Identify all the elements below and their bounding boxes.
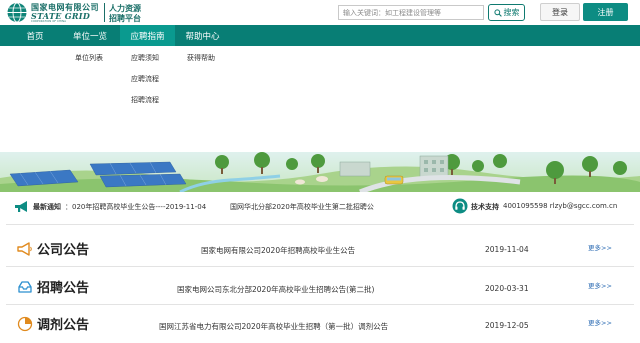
ticker-label: 最新通知 — [33, 203, 61, 211]
search-icon — [493, 8, 502, 17]
search-input[interactable] — [338, 5, 484, 20]
ticker-item[interactable]: 020年招聘高校毕业生公告----2019-11-04 — [72, 202, 206, 212]
more-link[interactable]: 更多>> — [588, 280, 612, 290]
announcement-link[interactable]: 国家电网有限公司2020年招聘高校毕业生公告 — [201, 245, 355, 256]
more-link[interactable]: 更多>> — [588, 317, 612, 327]
platform-name-line2: 招聘平台 — [109, 14, 141, 23]
section-divider — [6, 304, 634, 305]
search-button[interactable]: 搜索 — [488, 4, 525, 21]
dropdown-item-application-process[interactable]: 应聘流程 — [131, 74, 159, 84]
announcement-link[interactable]: 国网江苏省电力有限公司2020年高校毕业生招聘（第一批）调剂公告 — [159, 321, 388, 332]
nav-item-guide[interactable]: 应聘指南 — [120, 25, 175, 46]
nav-item-units[interactable]: 单位一览 — [60, 25, 120, 46]
notice-ticker: 最新通知 ： 020年招聘高校毕业生公告----2019-11-04 国网华北分… — [0, 195, 640, 217]
announcement-date: 2020-03-31 — [485, 284, 529, 293]
section-title: 公司公告 — [37, 243, 90, 258]
login-button[interactable]: 登录 — [540, 3, 580, 21]
announcement-date: 2019-12-05 — [485, 321, 529, 330]
support-label: 技术支持 — [471, 203, 499, 211]
megaphone-icon — [17, 242, 32, 256]
section-divider — [6, 266, 634, 267]
section-title: 招聘公告 — [37, 281, 90, 296]
main-nav: 首页 单位一览 应聘指南 帮助中心 — [0, 25, 640, 46]
search-button-label: 搜索 — [503, 8, 520, 17]
nav-dropdown-panel: 单位列表 应聘须知 应聘流程 招聘流程 获得帮助 — [0, 46, 640, 152]
hero-banner[interactable] — [0, 152, 640, 192]
state-grid-logo-icon[interactable] — [6, 2, 28, 23]
section-divider — [6, 224, 634, 225]
adjust-icon — [17, 316, 33, 332]
adjustment-announcements-section: 调剂公告 国网江苏省电力有限公司2020年高校毕业生招聘（第一批）调剂公告 20… — [0, 307, 640, 343]
headset-icon — [452, 198, 468, 214]
dropdown-item-applicant-notice[interactable]: 应聘须知 — [131, 53, 159, 63]
dropdown-item-recruitment-process[interactable]: 招聘流程 — [131, 95, 159, 105]
header: 国家电网有限公司 STATE GRID CORPORATION OF CHINA… — [0, 0, 640, 25]
landscape-illustration — [0, 152, 640, 192]
dropdown-item-get-help[interactable]: 获得帮助 — [187, 53, 215, 63]
brand-name-en-sub: CORPORATION OF CHINA — [31, 20, 67, 23]
announcement-date: 2019-11-04 — [485, 245, 529, 254]
company-announcements-section: 公司公告 国家电网有限公司2020年招聘高校毕业生公告 2019-11-04 更… — [0, 231, 640, 267]
register-button[interactable]: 注册 — [583, 3, 628, 21]
megaphone-icon — [15, 201, 27, 212]
inbox-icon — [18, 281, 32, 293]
ticker-item[interactable]: 国网华北分部2020年高校毕业生第二批招聘公 — [230, 202, 386, 212]
nav-item-help[interactable]: 帮助中心 — [175, 25, 230, 46]
ticker-colon: ： — [65, 203, 72, 211]
announcement-link[interactable]: 国家电网公司东北分部2020年高校毕业生招聘公告(第二批) — [177, 284, 374, 295]
dropdown-item-unit-list[interactable]: 单位列表 — [75, 53, 103, 63]
logo-divider — [104, 3, 105, 22]
more-link[interactable]: 更多>> — [588, 242, 612, 252]
support-contact: 4001095598 rlzyb@sgcc.com.cn — [503, 202, 618, 210]
section-title: 调剂公告 — [37, 318, 90, 333]
recruitment-announcements-section: 招聘公告 国家电网公司东北分部2020年高校毕业生招聘公告(第二批) 2020-… — [0, 269, 640, 305]
